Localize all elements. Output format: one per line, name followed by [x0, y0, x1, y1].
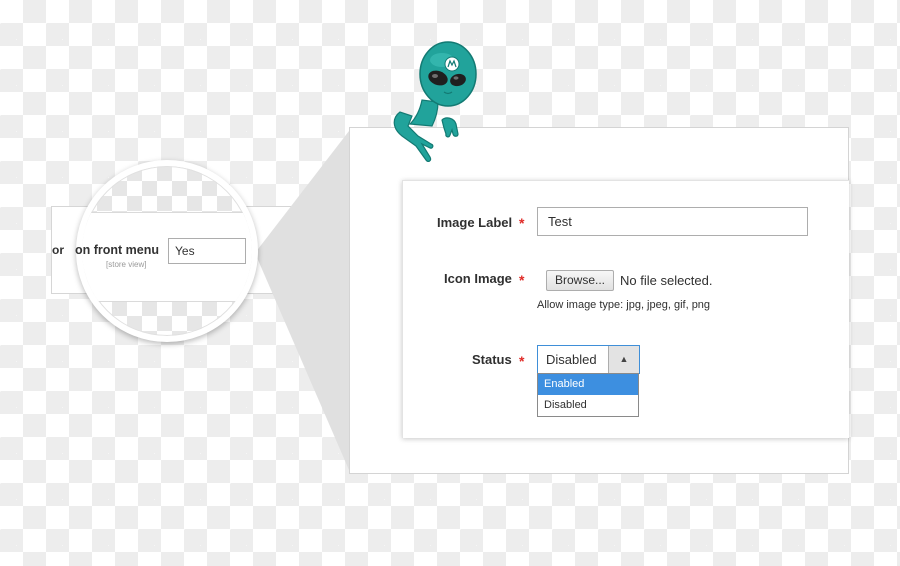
- icon-image-required-icon: *: [519, 272, 525, 288]
- status-select-value: Disabled: [546, 352, 597, 367]
- image-label-required-icon: *: [519, 215, 525, 231]
- zoom-field-label: on front menu: [75, 243, 160, 257]
- alien-mascot-icon: [393, 41, 477, 163]
- status-option-enabled[interactable]: Enabled: [538, 374, 638, 395]
- file-status-text: No file selected.: [620, 273, 713, 288]
- status-required-icon: *: [519, 353, 525, 369]
- image-label-label: Image Label: [437, 215, 513, 230]
- icon-image-label: Icon Image: [444, 271, 512, 286]
- zoom-cut-label: or: [52, 243, 64, 257]
- image-label-input[interactable]: Test: [537, 207, 808, 236]
- zoom-field-input[interactable]: Yes: [168, 238, 246, 264]
- image-type-note: Allow image type: jpg, jpeg, gif, png: [537, 299, 711, 311]
- status-dropdown-list: Enabled Disabled: [537, 373, 639, 417]
- status-select[interactable]: Disabled ▲: [537, 345, 640, 374]
- triangle-up-icon[interactable]: ▲: [608, 346, 639, 373]
- status-option-disabled[interactable]: Disabled: [538, 395, 638, 416]
- zoom-scope-label: [store view]: [106, 260, 147, 269]
- browse-button[interactable]: Browse...: [546, 270, 614, 291]
- status-label: Status: [472, 352, 512, 367]
